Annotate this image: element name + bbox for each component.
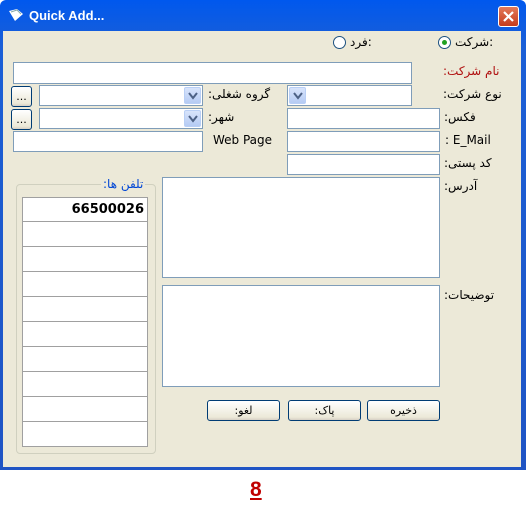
company-type-label: نوع شرکت: <box>443 87 502 101</box>
title-bar[interactable]: Quick Add... <box>3 0 523 31</box>
person-radio-label: :فرد <box>350 35 372 49</box>
fax-input[interactable] <box>287 108 440 129</box>
company-name-label: نام شرکت: <box>443 64 500 78</box>
company-type-dropdown[interactable] <box>289 87 306 104</box>
email-input[interactable] <box>287 131 440 152</box>
window-title: Quick Add... <box>29 8 105 23</box>
chevron-down-icon <box>293 92 303 100</box>
page-number: 8 <box>250 478 262 501</box>
phones-group-label: تلفن ها: <box>101 177 146 191</box>
city-dropdown[interactable] <box>184 110 201 127</box>
business-group-select[interactable] <box>39 85 203 106</box>
phone-row[interactable] <box>22 272 148 297</box>
company-radio[interactable] <box>438 36 451 49</box>
phone-row[interactable] <box>22 247 148 272</box>
postal-code-label: کد پستی: <box>444 156 492 170</box>
phone-row[interactable] <box>22 372 148 397</box>
phone-row[interactable] <box>22 222 148 247</box>
close-button[interactable] <box>498 6 519 27</box>
address-textarea[interactable] <box>162 177 440 278</box>
phone-row[interactable] <box>22 422 148 447</box>
city-select[interactable] <box>39 108 203 129</box>
phone-row[interactable] <box>22 347 148 372</box>
company-radio-label: :شرکت <box>455 35 494 49</box>
notes-label: توضیحات: <box>444 288 495 302</box>
clear-button[interactable]: :پاک <box>288 400 361 421</box>
web-page-label: Web Page <box>213 133 273 147</box>
address-label: آدرس: <box>444 179 478 193</box>
chevron-down-icon <box>188 92 198 100</box>
email-label: : E_Mail <box>445 133 491 147</box>
person-radio[interactable] <box>333 36 346 49</box>
save-button[interactable]: ذخیره <box>367 400 440 421</box>
city-label: شهر: <box>208 110 235 124</box>
browse-city-button[interactable]: ... <box>11 109 32 130</box>
phone-row[interactable] <box>22 397 148 422</box>
app-icon <box>9 9 23 21</box>
close-icon <box>503 11 514 22</box>
phone-row[interactable] <box>22 322 148 347</box>
phone-row[interactable]: 66500026 <box>22 197 148 222</box>
browse-business-group-button[interactable]: ... <box>11 86 32 107</box>
quick-add-window: Quick Add... :شرکت :فرد نام شرکت: نوع شر… <box>0 0 526 470</box>
notes-textarea[interactable] <box>162 285 440 387</box>
phones-list: 66500026 <box>22 197 148 447</box>
web-page-input[interactable] <box>13 131 203 152</box>
business-group-label: گروه شغلی: <box>208 87 271 101</box>
cancel-button[interactable]: :لغو <box>207 400 280 421</box>
chevron-down-icon <box>188 115 198 123</box>
business-group-dropdown[interactable] <box>184 87 201 104</box>
phone-row[interactable] <box>22 297 148 322</box>
fax-label: فکس: <box>444 110 476 124</box>
form-area: :شرکت :فرد نام شرکت: نوع شرکت: ... گروه … <box>3 31 521 467</box>
company-name-input[interactable] <box>13 62 412 84</box>
company-type-select[interactable] <box>287 85 412 106</box>
postal-code-input[interactable] <box>287 154 440 175</box>
